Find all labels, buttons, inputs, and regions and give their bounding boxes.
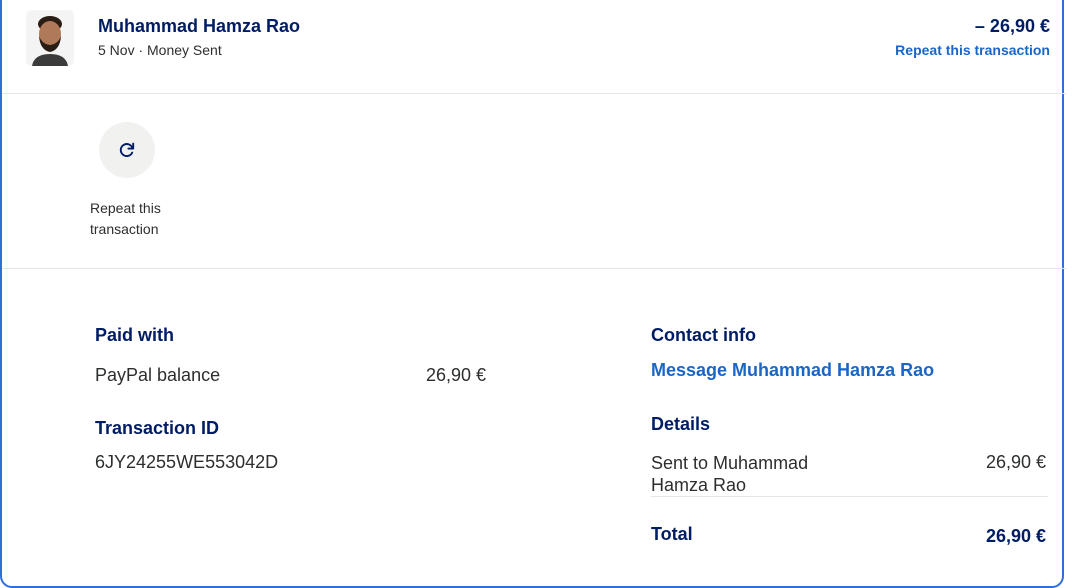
- total-label: Total: [651, 524, 693, 544]
- payment-method: PayPal balance: [95, 365, 221, 385]
- paid-with-title: Paid with: [95, 325, 175, 345]
- transaction-id-title: Transaction ID: [95, 418, 220, 438]
- actions-row: Repeat this transaction: [2, 94, 1066, 269]
- sent-to-amount: 26,90 €: [985, 452, 1046, 472]
- recipient-name: Muhammad Hamza Rao: [98, 16, 301, 36]
- repeat-transaction-label: Repeat this transaction: [90, 200, 161, 237]
- total-amount: 26,90 €: [985, 526, 1046, 546]
- details-title: Details: [651, 414, 711, 434]
- details-divider: [651, 496, 1048, 497]
- transaction-id-value: 6JY24255WE553042D: [95, 452, 279, 472]
- message-recipient-link[interactable]: Message Muhammad Hamza Rao: [651, 360, 934, 381]
- avatar: [26, 10, 74, 66]
- transaction-amount: – 26,90 €: [974, 16, 1050, 36]
- sent-to-label: Sent to Muhammad Hamza Rao: [651, 453, 809, 495]
- refresh-icon: [119, 142, 135, 157]
- payment-amount: 26,90 €: [426, 365, 487, 385]
- repeat-transaction-button[interactable]: [99, 122, 155, 178]
- contact-info-title: Contact info: [651, 325, 756, 345]
- repeat-transaction-link[interactable]: Repeat this transaction: [895, 42, 1050, 58]
- transaction-meta: 5 Nov · Money Sent: [98, 42, 222, 58]
- transaction-card: Muhammad Hamza Rao 5 Nov · Money Sent – …: [0, 0, 1066, 588]
- transaction-header: Muhammad Hamza Rao 5 Nov · Money Sent – …: [2, 0, 1066, 94]
